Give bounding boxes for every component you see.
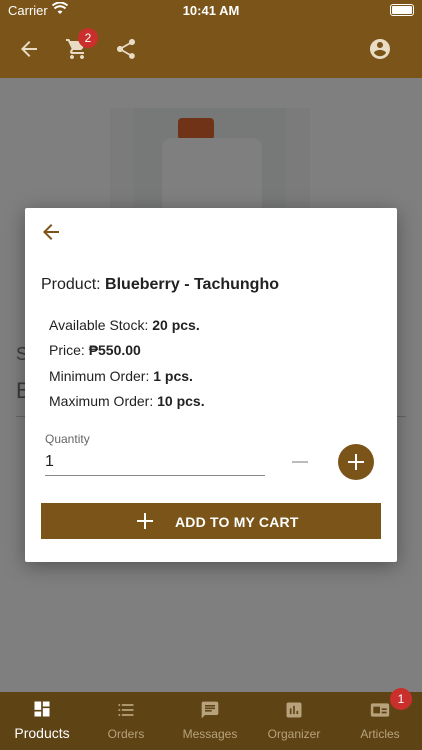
decrement-button[interactable]	[292, 461, 308, 463]
nav-label-organizer: Organizer	[267, 727, 321, 741]
quantity-label: Quantity	[45, 432, 90, 446]
nav-item-orders[interactable]: Orders	[84, 692, 168, 750]
status-bar: Carrier 10:41 AM	[0, 0, 422, 20]
back-arrow-icon[interactable]	[17, 37, 41, 61]
product-name: Blueberry - Tachungho	[105, 276, 279, 293]
price-label: Price:	[49, 342, 85, 358]
max-order-label: Maximum Order:	[49, 393, 154, 409]
price-value: ₱550.00	[88, 342, 141, 358]
increment-button[interactable]	[338, 444, 374, 480]
available-stock-label: Available Stock:	[49, 317, 149, 333]
min-order-row: Minimum Order: 1 pcs.	[49, 368, 193, 384]
max-order-row: Maximum Order: 10 pcs.	[49, 393, 205, 409]
product-label: Product:	[41, 276, 101, 293]
add-to-cart-label: ADD TO MY CART	[175, 514, 299, 530]
cart-count-badge: 2	[78, 28, 98, 48]
available-stock-row: Available Stock: 20 pcs.	[49, 317, 200, 333]
dialog-back-arrow-icon[interactable]	[39, 220, 63, 244]
clock: 10:41 AM	[182, 3, 240, 18]
min-order-label: Minimum Order:	[49, 368, 150, 384]
share-icon[interactable]	[114, 37, 138, 61]
battery-icon	[390, 4, 414, 16]
price-row: Price: ₱550.00	[49, 342, 141, 358]
app-bar: 2	[0, 20, 422, 78]
articles-count-badge: 1	[390, 688, 412, 710]
nav-item-messages[interactable]: Messages	[168, 692, 252, 750]
bottom-navigation: Products Orders Messages Organizer Artic…	[0, 692, 422, 750]
quantity-input[interactable]	[45, 449, 265, 476]
account-icon[interactable]	[368, 37, 392, 61]
orders-icon	[118, 704, 134, 716]
min-order-value: 1 pcs.	[153, 368, 193, 384]
add-to-cart-button[interactable]: ADD TO MY CART	[41, 503, 381, 539]
max-order-value: 10 pcs.	[157, 393, 205, 409]
products-icon	[34, 701, 50, 717]
product-title: Product: Blueberry - Tachungho	[41, 276, 279, 294]
nav-label-products: Products	[14, 725, 70, 741]
messages-icon	[201, 701, 219, 719]
nav-label-articles: Articles	[360, 727, 400, 741]
plus-icon	[137, 513, 153, 529]
add-to-cart-dialog: Product: Blueberry - Tachungho Available…	[25, 208, 397, 562]
nav-item-products[interactable]: Products	[0, 692, 84, 750]
nav-label-messages: Messages	[182, 727, 238, 741]
nav-item-organizer[interactable]: Organizer	[252, 692, 336, 750]
articles-icon	[370, 703, 390, 717]
organizer-icon	[286, 702, 302, 718]
nav-label-orders: Orders	[107, 727, 145, 741]
available-stock-value: 20 pcs.	[152, 317, 200, 333]
